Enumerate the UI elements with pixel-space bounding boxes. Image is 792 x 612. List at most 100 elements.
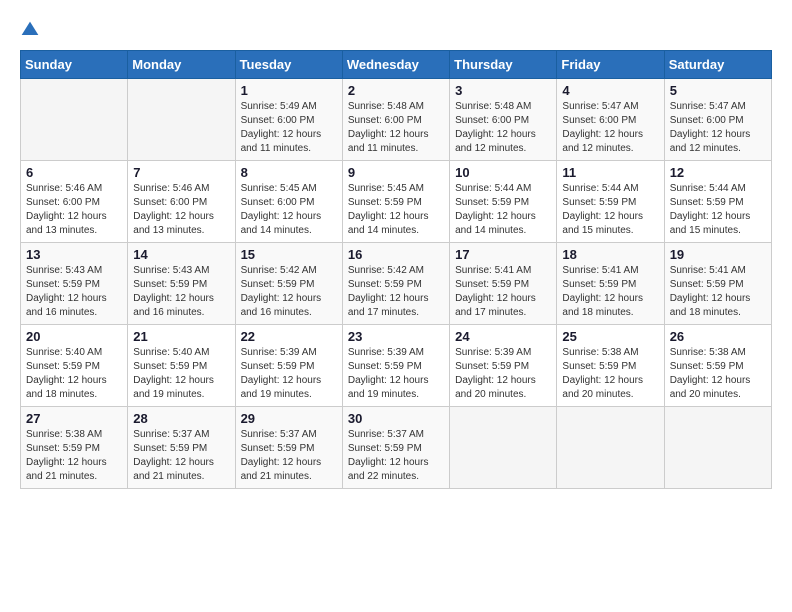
day-info: Sunrise: 5:37 AM Sunset: 5:59 PM Dayligh… [241, 428, 337, 484]
calendar-cell: 1Sunrise: 5:49 AM Sunset: 6:00 PM Daylig… [235, 79, 342, 161]
day-number: 26 [670, 329, 766, 344]
calendar-cell: 23 Sunrise: 5:39 AM Sunset: 5:59 PM Dayli… [342, 325, 449, 407]
calendar-cell: 25 Sunrise: 5:38 AM Sunset: 5:59 PM Dayli… [557, 325, 664, 407]
calendar-cell: 15 Sunrise: 5:42 AM Sunset: 5:59 PM Dayli… [235, 243, 342, 325]
logo [20, 20, 44, 40]
day-number: 7 [133, 165, 229, 180]
day-info: Sunrise: 5:41 AM Sunset: 5:59 PM Dayligh… [670, 264, 766, 320]
day-number: 12 [670, 165, 766, 180]
calendar-header-friday: Friday [557, 51, 664, 79]
calendar-cell: 11 Sunrise: 5:44 AM Sunset: 5:59 PM Dayli… [557, 161, 664, 243]
day-number: 16 [348, 247, 444, 262]
calendar-cell: 8 Sunrise: 5:45 AM Sunset: 6:00 PM Daylig… [235, 161, 342, 243]
day-number: 29 [241, 411, 337, 426]
calendar-cell [664, 407, 771, 489]
day-info: Sunrise: 5:38 AM Sunset: 5:59 PM Dayligh… [670, 346, 766, 402]
page-header [20, 20, 772, 40]
day-number: 21 [133, 329, 229, 344]
calendar-header-thursday: Thursday [450, 51, 557, 79]
calendar-week-row: 13 Sunrise: 5:43 AM Sunset: 5:59 PM Dayli… [21, 243, 772, 325]
day-number: 25 [562, 329, 658, 344]
calendar-cell: 9 Sunrise: 5:45 AM Sunset: 5:59 PM Daylig… [342, 161, 449, 243]
day-number: 9 [348, 165, 444, 180]
day-number: 28 [133, 411, 229, 426]
day-number: 5 [670, 83, 766, 98]
calendar-cell: 28Sunrise: 5:37 AM Sunset: 5:59 PM Dayli… [128, 407, 235, 489]
day-number: 10 [455, 165, 551, 180]
day-info: Sunrise: 5:45 AM Sunset: 6:00 PM Dayligh… [241, 182, 337, 238]
calendar-cell: 17 Sunrise: 5:41 AM Sunset: 5:59 PM Dayli… [450, 243, 557, 325]
calendar-cell: 30Sunrise: 5:37 AM Sunset: 5:59 PM Dayli… [342, 407, 449, 489]
day-info: Sunrise: 5:44 AM Sunset: 5:59 PM Dayligh… [670, 182, 766, 238]
day-number: 13 [26, 247, 122, 262]
calendar-cell: 3 Sunrise: 5:48 AM Sunset: 6:00 PM Daylig… [450, 79, 557, 161]
day-number: 1 [241, 83, 337, 98]
day-info: Sunrise: 5:48 AM Sunset: 6:00 PM Dayligh… [348, 100, 444, 156]
calendar-cell: 7 Sunrise: 5:46 AM Sunset: 6:00 PM Daylig… [128, 161, 235, 243]
calendar-cell [450, 407, 557, 489]
day-info: Sunrise: 5:39 AM Sunset: 5:59 PM Dayligh… [455, 346, 551, 402]
calendar-cell: 2 Sunrise: 5:48 AM Sunset: 6:00 PM Daylig… [342, 79, 449, 161]
day-info: Sunrise: 5:43 AM Sunset: 5:59 PM Dayligh… [133, 264, 229, 320]
day-info: Sunrise: 5:41 AM Sunset: 5:59 PM Dayligh… [455, 264, 551, 320]
day-number: 11 [562, 165, 658, 180]
day-info: Sunrise: 5:40 AM Sunset: 5:59 PM Dayligh… [26, 346, 122, 402]
day-number: 18 [562, 247, 658, 262]
calendar-cell [128, 79, 235, 161]
day-info: Sunrise: 5:42 AM Sunset: 5:59 PM Dayligh… [348, 264, 444, 320]
day-number: 23 [348, 329, 444, 344]
calendar-cell: 5 Sunrise: 5:47 AM Sunset: 6:00 PM Daylig… [664, 79, 771, 161]
calendar-table: SundayMondayTuesdayWednesdayThursdayFrid… [20, 50, 772, 489]
day-info: Sunrise: 5:41 AM Sunset: 5:59 PM Dayligh… [562, 264, 658, 320]
day-number: 4 [562, 83, 658, 98]
day-info: Sunrise: 5:48 AM Sunset: 6:00 PM Dayligh… [455, 100, 551, 156]
calendar-cell: 21 Sunrise: 5:40 AM Sunset: 5:59 PM Dayli… [128, 325, 235, 407]
day-info: Sunrise: 5:46 AM Sunset: 6:00 PM Dayligh… [26, 182, 122, 238]
day-info: Sunrise: 5:38 AM Sunset: 5:59 PM Dayligh… [26, 428, 122, 484]
day-number: 2 [348, 83, 444, 98]
calendar-week-row: 20 Sunrise: 5:40 AM Sunset: 5:59 PM Dayli… [21, 325, 772, 407]
calendar-cell: 24 Sunrise: 5:39 AM Sunset: 5:59 PM Dayli… [450, 325, 557, 407]
day-info: Sunrise: 5:46 AM Sunset: 6:00 PM Dayligh… [133, 182, 229, 238]
calendar-cell: 18 Sunrise: 5:41 AM Sunset: 5:59 PM Dayli… [557, 243, 664, 325]
calendar-cell: 14 Sunrise: 5:43 AM Sunset: 5:59 PM Dayli… [128, 243, 235, 325]
day-number: 24 [455, 329, 551, 344]
day-number: 20 [26, 329, 122, 344]
day-number: 14 [133, 247, 229, 262]
day-number: 6 [26, 165, 122, 180]
day-number: 17 [455, 247, 551, 262]
day-info: Sunrise: 5:44 AM Sunset: 5:59 PM Dayligh… [455, 182, 551, 238]
calendar-cell: 27 Sunrise: 5:38 AM Sunset: 5:59 PM Dayli… [21, 407, 128, 489]
calendar-cell: 16 Sunrise: 5:42 AM Sunset: 5:59 PM Dayli… [342, 243, 449, 325]
day-info: Sunrise: 5:43 AM Sunset: 5:59 PM Dayligh… [26, 264, 122, 320]
day-number: 19 [670, 247, 766, 262]
calendar-cell: 13 Sunrise: 5:43 AM Sunset: 5:59 PM Dayli… [21, 243, 128, 325]
calendar-header-monday: Monday [128, 51, 235, 79]
calendar-header-wednesday: Wednesday [342, 51, 449, 79]
calendar-cell: 22Sunrise: 5:39 AM Sunset: 5:59 PM Dayli… [235, 325, 342, 407]
day-info: Sunrise: 5:38 AM Sunset: 5:59 PM Dayligh… [562, 346, 658, 402]
calendar-cell: 20 Sunrise: 5:40 AM Sunset: 5:59 PM Dayli… [21, 325, 128, 407]
day-number: 3 [455, 83, 551, 98]
calendar-header-tuesday: Tuesday [235, 51, 342, 79]
calendar-header-sunday: Sunday [21, 51, 128, 79]
day-info: Sunrise: 5:39 AM Sunset: 5:59 PM Dayligh… [348, 346, 444, 402]
day-info: Sunrise: 5:40 AM Sunset: 5:59 PM Dayligh… [133, 346, 229, 402]
day-number: 8 [241, 165, 337, 180]
calendar-week-row: 6 Sunrise: 5:46 AM Sunset: 6:00 PM Daylig… [21, 161, 772, 243]
day-number: 15 [241, 247, 337, 262]
calendar-cell [557, 407, 664, 489]
calendar-cell: 6 Sunrise: 5:46 AM Sunset: 6:00 PM Daylig… [21, 161, 128, 243]
logo-icon [20, 20, 40, 40]
calendar-week-row: 1Sunrise: 5:49 AM Sunset: 6:00 PM Daylig… [21, 79, 772, 161]
day-number: 27 [26, 411, 122, 426]
day-info: Sunrise: 5:44 AM Sunset: 5:59 PM Dayligh… [562, 182, 658, 238]
day-info: Sunrise: 5:47 AM Sunset: 6:00 PM Dayligh… [670, 100, 766, 156]
calendar-cell [21, 79, 128, 161]
calendar-cell: 10 Sunrise: 5:44 AM Sunset: 5:59 PM Dayli… [450, 161, 557, 243]
day-info: Sunrise: 5:42 AM Sunset: 5:59 PM Dayligh… [241, 264, 337, 320]
day-info: Sunrise: 5:45 AM Sunset: 5:59 PM Dayligh… [348, 182, 444, 238]
day-number: 30 [348, 411, 444, 426]
calendar-header-saturday: Saturday [664, 51, 771, 79]
calendar-cell: 4Sunrise: 5:47 AM Sunset: 6:00 PM Daylig… [557, 79, 664, 161]
